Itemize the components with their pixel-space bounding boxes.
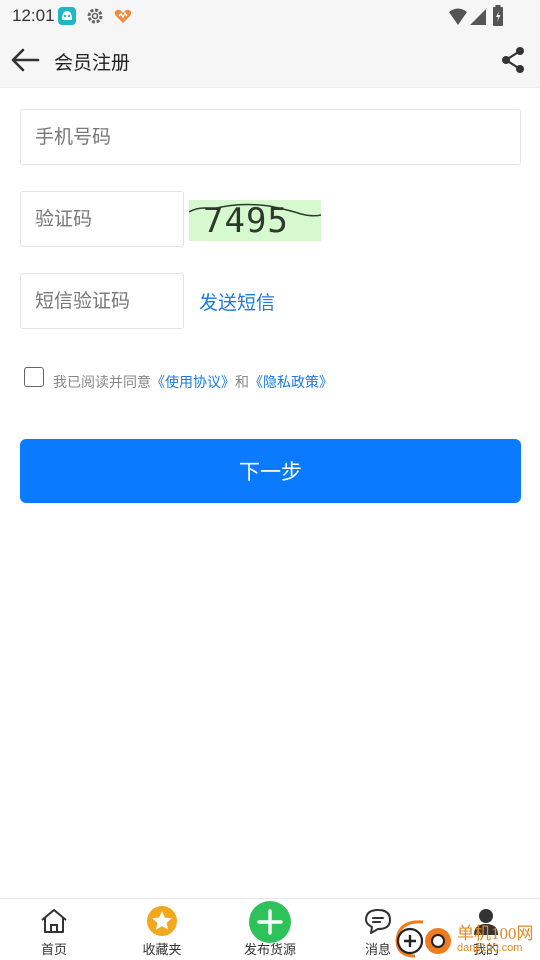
status-bar: 12:01 (0, 0, 540, 32)
captcha-field[interactable] (20, 191, 184, 247)
star-icon (147, 906, 177, 936)
app-notification-icon (58, 7, 76, 25)
signal-icon (470, 9, 486, 25)
phone-field[interactable] (20, 109, 521, 165)
captcha-noise-lines (189, 203, 321, 217)
plus-icon (249, 901, 291, 943)
send-sms-button[interactable]: 发送短信 (199, 288, 275, 315)
sms-code-input[interactable] (21, 274, 183, 328)
page-title: 会员注册 (54, 52, 131, 74)
nav-item-favorites[interactable]: 收藏夹 (112, 899, 212, 960)
nav-label-home: 首页 (40, 943, 67, 958)
agree-and: 和 (235, 375, 249, 391)
nav-item-home[interactable]: 首页 (4, 899, 104, 960)
battery-icon (493, 5, 503, 26)
nav-item-mine[interactable]: 我的 (436, 899, 536, 960)
heart-app-icon (114, 9, 132, 23)
nav-label-messages: 消息 (364, 943, 391, 958)
agreement-text: 我已阅读并同意《使用协议》和《隐私政策》 (53, 372, 333, 392)
nav-label-publish: 发布货源 (243, 943, 296, 958)
chat-icon (365, 909, 391, 934)
gear-icon (87, 8, 103, 24)
agreement-link[interactable]: 《使用协议》 (151, 375, 235, 391)
captcha-image[interactable]: 7495 (189, 200, 321, 241)
nav-item-publish[interactable]: 发布货源 (220, 899, 320, 960)
nav-item-messages[interactable]: 消息 (328, 899, 428, 960)
share-icon[interactable] (498, 45, 528, 75)
arrow-left-icon[interactable] (8, 43, 42, 77)
app-header: 会员注册 (0, 32, 540, 88)
nav-label-favorites: 收藏夹 (142, 943, 182, 958)
bottom-nav: 首页 收藏夹 发布货源 消息 我的 (0, 898, 540, 960)
status-time: 12:01 (12, 6, 55, 25)
nav-label-mine: 我的 (472, 943, 499, 958)
user-icon (474, 909, 498, 935)
captcha-input[interactable] (21, 192, 183, 246)
agree-prefix: 我已阅读并同意 (53, 375, 151, 391)
agree-checkbox[interactable] (24, 367, 44, 387)
sms-code-field[interactable] (20, 273, 184, 329)
home-icon (41, 909, 67, 933)
phone-input[interactable] (21, 110, 520, 164)
next-step-button[interactable]: 下一步 (20, 439, 521, 503)
privacy-link[interactable]: 《隐私政策》 (249, 375, 333, 391)
wifi-icon (449, 8, 467, 25)
